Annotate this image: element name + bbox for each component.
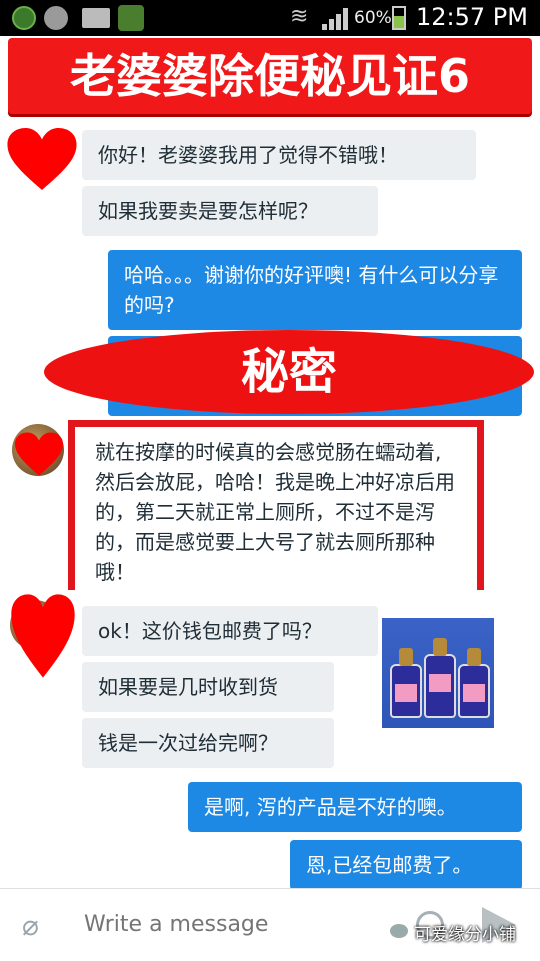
message-bubble-incoming[interactable]: 如果要是几时收到货	[82, 662, 334, 712]
heart-icon	[15, 432, 63, 476]
app-notification-icon	[12, 6, 36, 30]
game-icon	[118, 5, 144, 31]
message-bubble-incoming[interactable]: ok！这价钱包邮费了吗？	[82, 606, 378, 656]
heart-icon	[11, 594, 75, 678]
secret-overlay: 秘密	[44, 330, 534, 414]
wifi-icon: ≋	[290, 4, 309, 29]
attach-icon[interactable]: ⌀	[22, 909, 39, 942]
watermark: 可爱缘分小铺	[414, 925, 516, 945]
message-input[interactable]	[82, 911, 386, 938]
bottle-icon	[458, 648, 490, 718]
clock: 12:57 PM	[416, 3, 528, 31]
wechat-icon	[390, 924, 408, 938]
message-bubble-incoming[interactable]: 钱是一次过给完啊？	[82, 718, 334, 768]
bottle-icon	[390, 648, 422, 718]
message-bubble-incoming[interactable]: 就在按摩的时候真的会感觉肠在蠕动着,然后会放屁，哈哈！我是晚上冲好凉后用的，第二…	[75, 427, 477, 597]
status-bar: ≋ 60% 12:57 PM	[0, 0, 540, 36]
message-bubble-outgoing[interactable]: 恩,已经包邮费了。	[290, 840, 522, 890]
message-bubble-outgoing[interactable]: 哈哈。。。谢谢你的好评噢! 有什么可以分享的吗?	[108, 250, 522, 330]
mail-icon	[82, 8, 110, 28]
signal-icon	[322, 8, 348, 30]
bottle-icon	[424, 638, 456, 718]
battery-percent: 60%	[354, 8, 392, 28]
message-bubble-incoming[interactable]: 你好！老婆婆我用了觉得不错哦！	[82, 130, 476, 180]
litecoin-icon	[44, 6, 68, 30]
highlight-frame: 就在按摩的时候真的会感觉肠在蠕动着,然后会放屁，哈哈！我是晚上冲好凉后用的，第二…	[68, 420, 484, 597]
heart-icon	[7, 128, 77, 190]
message-bubble-incoming[interactable]: 如果我要卖是要怎样呢？	[82, 186, 378, 236]
message-bubble-outgoing[interactable]: 是啊, 泻的产品是不好的噢。	[188, 782, 522, 832]
battery-icon	[392, 6, 406, 30]
product-photo[interactable]	[382, 618, 494, 728]
title-banner: 老婆婆除便秘见证6	[8, 38, 532, 114]
